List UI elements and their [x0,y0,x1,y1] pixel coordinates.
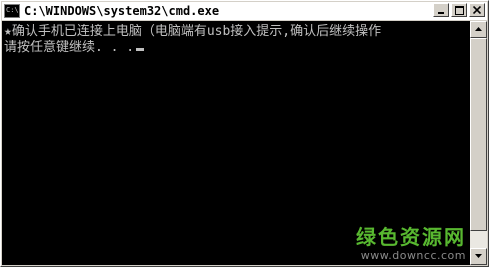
minimize-button[interactable] [433,3,449,17]
scroll-down-button[interactable] [470,248,487,265]
scroll-down-arrow-icon [475,254,482,258]
maximize-button[interactable] [451,3,467,17]
watermark: 绿色资源网 www.downcc.com [356,225,466,262]
scroll-up-arrow-icon [475,27,482,31]
window-controls [433,3,485,17]
maximize-icon [452,4,466,16]
console-line: 请按任意键继续. . . [4,40,470,56]
vertical-scrollbar[interactable] [470,21,487,265]
window-title: C:\WINDOWS\system32\cmd.exe [24,4,220,18]
scroll-up-button[interactable] [470,21,487,38]
watermark-url: www.downcc.com [360,249,466,262]
close-icon [470,4,484,16]
text-cursor [136,48,145,51]
close-button[interactable] [469,3,485,17]
cmd-console-icon[interactable]: C:\ [4,4,20,18]
scroll-thumb[interactable] [470,38,487,231]
console-prompt-text: 请按任意键继续. . . [4,40,135,55]
console-line: ★确认手机已连接上电脑（电脑端有usb接入提示,确认后继续操作 [4,24,382,39]
watermark-title: 绿色资源网 [356,225,466,249]
cmd-window: C:\ C:\WINDOWS\system32\cmd.exe ★确认手机已连接… [0,0,489,267]
minimize-icon [434,4,448,16]
title-bar[interactable]: C:\ C:\WINDOWS\system32\cmd.exe [2,2,487,20]
